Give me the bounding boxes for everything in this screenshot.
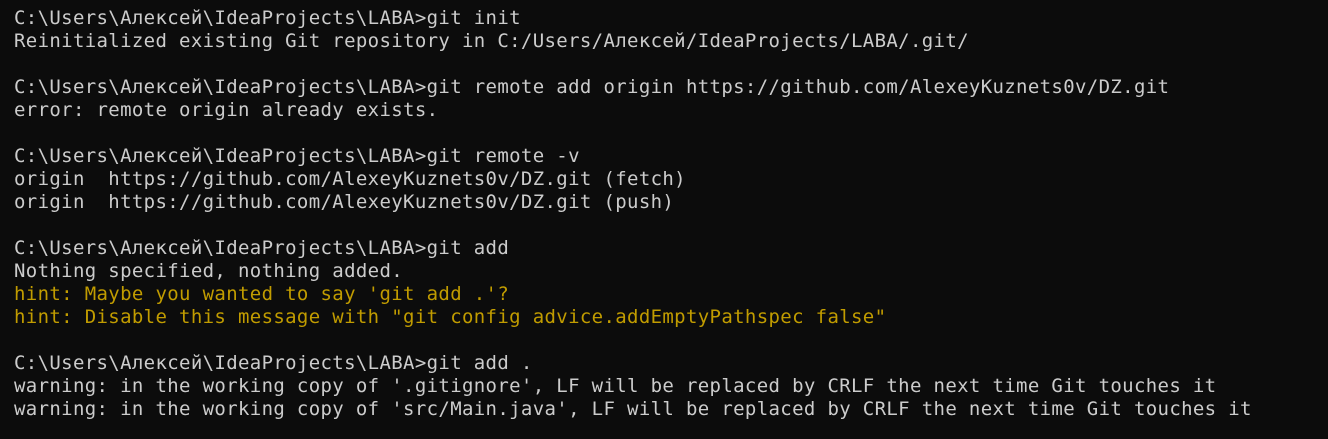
error-line: error: remote origin already exists. — [14, 99, 439, 121]
prompt-line: C:\Users\Алексей\IdeaProjects\LABA>git r… — [14, 145, 580, 167]
warning-line: warning: in the working copy of 'src/Mai… — [14, 398, 1252, 420]
warning-line: warning: in the working copy of '.gitign… — [14, 375, 1217, 397]
prompt-line: C:\Users\Алексей\IdeaProjects\LABA>git a… — [14, 237, 510, 259]
prompt-line: C:\Users\Алексей\IdeaProjects\LABA>git r… — [14, 76, 1170, 98]
hint-line: hint: Maybe you wanted to say 'git add .… — [14, 283, 510, 305]
output-line: origin https://github.com/AlexeyKuznets0… — [14, 191, 675, 213]
output-line: Nothing specified, nothing added. — [14, 260, 404, 282]
output-line: Reinitialized existing Git repository in… — [14, 30, 969, 52]
prompt-line: C:\Users\Алексей\IdeaProjects\LABA>git a… — [14, 352, 533, 374]
prompt-line: C:\Users\Алексей\IdeaProjects\LABA>git i… — [14, 7, 521, 29]
hint-line: hint: Disable this message with "git con… — [14, 306, 887, 328]
terminal-window[interactable]: C:\Users\Алексей\IdeaProjects\LABA>git i… — [0, 0, 1328, 439]
output-line: origin https://github.com/AlexeyKuznets0… — [14, 168, 686, 190]
